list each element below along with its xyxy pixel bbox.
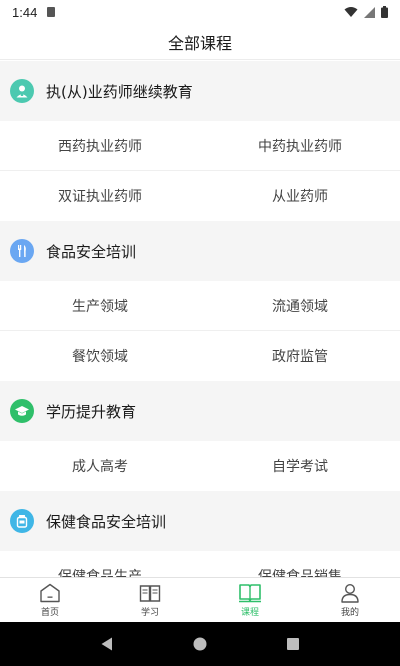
section-grid-education: 成人高考 自学考试 (0, 441, 400, 491)
graduation-cap-icon (10, 399, 34, 423)
course-item-circulation[interactable]: 流通领域 (200, 281, 400, 331)
battery-icon (381, 6, 388, 18)
back-icon[interactable] (99, 636, 115, 652)
section-header-food-safety: 食品安全培训 (0, 221, 400, 281)
section-title: 学历提升教育 (46, 402, 137, 421)
course-item-health-food-production[interactable]: 保健食品生产 (0, 551, 200, 577)
course-item-health-food-sales[interactable]: 保健食品销售 (200, 551, 400, 577)
nav-label: 我的 (340, 607, 359, 618)
nav-courses[interactable]: 课程 (200, 578, 300, 622)
status-icons (344, 6, 388, 18)
section-header-pharmacist: 执(从)业药师继续教育 (0, 61, 400, 121)
book-icon (139, 584, 161, 602)
section-grid-food-safety: 生产领域 流通领域 餐饮领域 政府监管 (0, 281, 400, 381)
course-item-dual-pharmacist[interactable]: 双证执业药师 (0, 171, 200, 221)
section-header-health-food: 保健食品安全培训 (0, 491, 400, 551)
nav-label: 首页 (40, 607, 59, 618)
course-item-adult-exam[interactable]: 成人高考 (0, 441, 200, 491)
fork-knife-icon (10, 239, 34, 263)
status-bar: 1:44 (0, 0, 400, 24)
home-circle-icon[interactable] (192, 636, 208, 652)
home-icon (40, 583, 60, 602)
course-item-practicing-pharmacist[interactable]: 从业药师 (200, 171, 400, 221)
system-nav-bar (0, 622, 400, 666)
profile-icon (341, 583, 359, 603)
section-title: 食品安全培训 (46, 242, 137, 261)
course-item-government-supervision[interactable]: 政府监管 (200, 331, 400, 381)
course-item-production[interactable]: 生产领域 (0, 281, 200, 331)
course-item-catering[interactable]: 餐饮领域 (0, 331, 200, 381)
course-icon (239, 583, 261, 602)
section-title: 保健食品安全培训 (46, 512, 167, 531)
title-bar: 全部课程 (0, 24, 400, 60)
nav-label: 学习 (140, 607, 159, 618)
nav-study[interactable]: 学习 (100, 578, 200, 622)
nav-label: 课程 (240, 607, 259, 618)
bottom-nav: 首页 学习 课程 我的 (0, 577, 400, 622)
recents-icon[interactable] (285, 636, 301, 652)
status-time: 1:44 (12, 4, 38, 20)
pharmacist-icon (10, 79, 34, 103)
wifi-icon (344, 7, 358, 17)
page-title: 全部课程 (167, 33, 232, 53)
section-grid-health-food: 保健食品生产 保健食品销售 (0, 551, 400, 577)
nav-profile[interactable]: 我的 (300, 578, 400, 622)
sd-card-icon (47, 7, 56, 17)
section-header-education: 学历提升教育 (0, 381, 400, 441)
signal-icon (364, 6, 375, 18)
section-title: 执(从)业药师继续教育 (46, 82, 193, 101)
nav-home[interactable]: 首页 (0, 578, 100, 622)
course-list[interactable]: 执(从)业药师继续教育 西药执业药师 中药执业药师 双证执业药师 从业药师 食品… (0, 61, 400, 577)
course-item-chinese-pharmacist[interactable]: 中药执业药师 (200, 121, 400, 171)
jar-icon (10, 509, 34, 533)
course-item-self-study-exam[interactable]: 自学考试 (200, 441, 400, 491)
section-grid-pharmacist: 西药执业药师 中药执业药师 双证执业药师 从业药师 (0, 121, 400, 221)
course-item-western-pharmacist[interactable]: 西药执业药师 (0, 121, 200, 171)
